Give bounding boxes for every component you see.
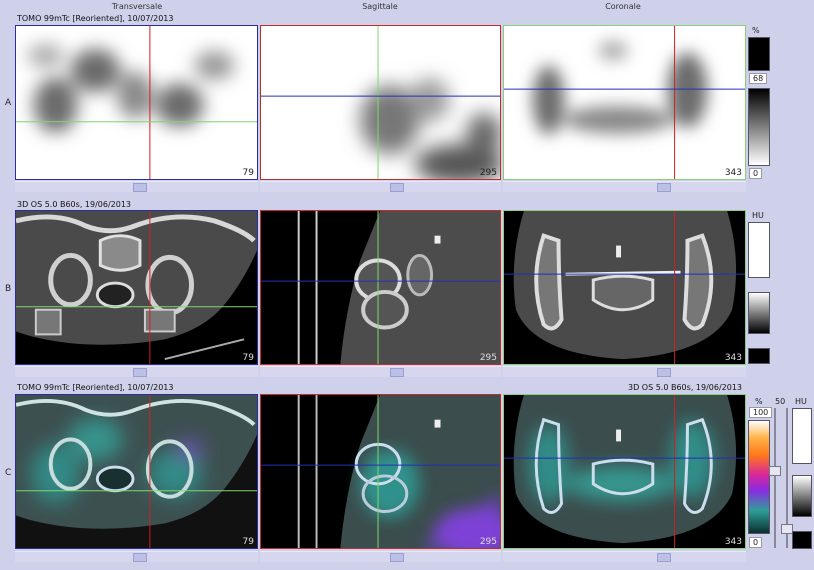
colorbar-a-unit: % xyxy=(752,26,760,35)
row-c-title-left: TOMO 99mTc [Reoriented], 10/07/2013 xyxy=(17,383,174,392)
row-c-title-right: 3D OS 5.0 B60s, 19/06/2013 xyxy=(628,383,743,392)
colorbar-c-bottom-value: 0 xyxy=(749,537,763,548)
scroll-thumb[interactable] xyxy=(390,183,404,192)
colorbar-a-bottom-value: 0 xyxy=(749,168,763,179)
slice-number-sagittal-b: 295 xyxy=(479,353,497,363)
colorbar-c-top-value: 100 xyxy=(749,407,773,418)
header-transverse: Transversale xyxy=(111,2,163,11)
viewport-c-transverse[interactable]: 79 xyxy=(15,394,258,549)
viewport-a-coronal[interactable]: 343 xyxy=(503,25,746,180)
colorbar-b-top[interactable] xyxy=(748,222,770,278)
scrollbar-b-coronal[interactable] xyxy=(503,366,746,377)
scroll-thumb[interactable] xyxy=(390,368,404,377)
colorbar-c-unit-hu: HU xyxy=(795,397,807,406)
colorbar-b-bottom[interactable] xyxy=(748,348,770,364)
scroll-thumb[interactable] xyxy=(657,553,671,562)
colorbar-c-gradient[interactable] xyxy=(748,420,770,534)
header-coronal: Coronale xyxy=(605,2,641,11)
viewport-c-sagittal[interactable]: 295 xyxy=(260,394,501,549)
row-b-letter: B xyxy=(5,284,12,294)
colorbar-c-unit-pct: % xyxy=(755,397,763,406)
colorbar-c-slider-value: 50 xyxy=(775,397,786,406)
scrollbar-a-transverse[interactable] xyxy=(15,181,258,192)
blend-slider-thumb[interactable] xyxy=(769,466,781,476)
scrollbar-c-transverse[interactable] xyxy=(15,551,258,562)
scrollbar-c-coronal[interactable] xyxy=(503,551,746,562)
slice-number-coronal-b: 343 xyxy=(724,353,742,363)
blend-slider-track[interactable] xyxy=(774,408,776,548)
colorbar-b-unit: HU xyxy=(752,211,764,220)
colorbar-a-gradient[interactable] xyxy=(748,88,770,166)
slice-number-sagittal-c: 295 xyxy=(479,537,497,547)
slice-number-coronal-a: 343 xyxy=(724,168,742,178)
scroll-thumb[interactable] xyxy=(657,183,671,192)
viewport-c-coronal[interactable]: 343 xyxy=(503,394,746,549)
colorbar-a-top-value: 68 xyxy=(749,73,768,84)
row-b-title: 3D OS 5.0 B60s, 19/06/2013 xyxy=(17,200,132,209)
slice-number-sagittal-a: 295 xyxy=(479,168,497,178)
scroll-thumb[interactable] xyxy=(133,553,147,562)
header-sagittal: Sagittale xyxy=(362,2,398,11)
colorbar-c-hu-gradient[interactable] xyxy=(792,475,812,517)
viewport-b-transverse[interactable]: 79 xyxy=(15,210,258,365)
colorbar-c-hu-top[interactable] xyxy=(792,408,812,464)
slice-number-transverse-a: 79 xyxy=(242,168,254,178)
scrollbar-c-sagittal[interactable] xyxy=(260,551,501,562)
slice-number-transverse-c: 79 xyxy=(242,537,254,547)
scrollbar-b-sagittal[interactable] xyxy=(260,366,501,377)
scroll-thumb[interactable] xyxy=(133,368,147,377)
viewport-a-sagittal[interactable]: 295 xyxy=(260,25,501,180)
colorbar-a-top[interactable] xyxy=(748,37,770,71)
scrollbar-a-coronal[interactable] xyxy=(503,181,746,192)
scroll-thumb[interactable] xyxy=(133,183,147,192)
scrollbar-a-sagittal[interactable] xyxy=(260,181,501,192)
viewport-a-transverse[interactable]: 79 xyxy=(15,25,258,180)
colorbar-b-gradient[interactable] xyxy=(748,292,770,334)
slice-number-coronal-c: 343 xyxy=(724,537,742,547)
row-a-title: TOMO 99mTc [Reoriented], 10/07/2013 xyxy=(17,14,174,23)
row-c-letter: C xyxy=(5,468,12,478)
slice-number-transverse-b: 79 xyxy=(242,353,254,363)
viewport-b-sagittal[interactable]: 295 xyxy=(260,210,501,365)
viewport-b-coronal[interactable]: 343 xyxy=(503,210,746,365)
row-a-letter: A xyxy=(5,98,12,108)
scrollbar-b-transverse[interactable] xyxy=(15,366,258,377)
colorbar-c-hu-bottom[interactable] xyxy=(792,531,812,549)
scroll-thumb[interactable] xyxy=(657,368,671,377)
scroll-thumb[interactable] xyxy=(390,553,404,562)
